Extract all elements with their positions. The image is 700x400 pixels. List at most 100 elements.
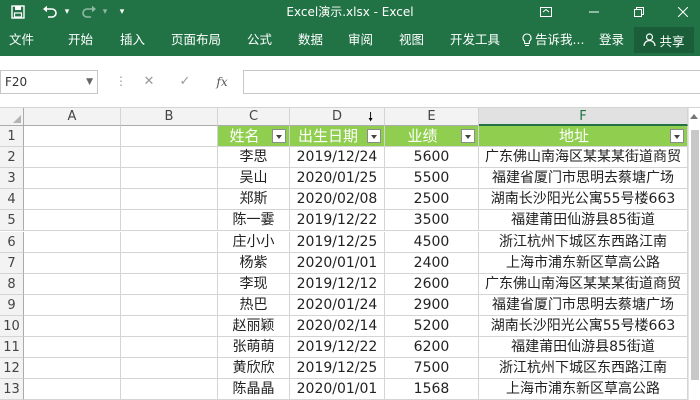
table-header-address[interactable]: 地址 — [479, 126, 688, 148]
cell-col-a[interactable] — [24, 210, 121, 232]
cell-col-b[interactable] — [121, 294, 218, 316]
cell-col-e[interactable]: 4500 — [385, 231, 479, 253]
cell-col-c[interactable]: 陈晶晶 — [218, 379, 290, 400]
cell-col-c[interactable]: 吴山 — [218, 168, 290, 190]
cell-col-b[interactable] — [121, 189, 218, 211]
save-icon[interactable] — [8, 0, 28, 24]
tab-view[interactable]: 视图 — [399, 24, 424, 56]
cell-col-c[interactable]: 热巴 — [218, 294, 290, 316]
cell-col-c[interactable]: 陈一霎 — [218, 210, 290, 232]
cell-col-b[interactable] — [121, 273, 218, 295]
name-box-dropdown-icon[interactable]: ▼ — [86, 71, 93, 93]
scroll-up-icon[interactable] — [690, 114, 698, 119]
cell-col-d[interactable]: 2019/12/24 — [290, 147, 385, 169]
cell-col-d[interactable]: 2019/12/12 — [290, 273, 385, 295]
filter-dropdown-icon[interactable] — [367, 129, 381, 143]
row-header[interactable]: 11 — [0, 337, 24, 359]
cell-col-e[interactable]: 5600 — [385, 147, 479, 169]
cell-col-d[interactable]: 2020/01/01 — [290, 379, 385, 400]
cell-col-e[interactable]: 7500 — [385, 358, 479, 380]
table-header-birthdate[interactable]: 出生日期 — [290, 126, 385, 148]
cell-col-a[interactable] — [24, 252, 121, 274]
tab-review[interactable]: 审阅 — [348, 24, 373, 56]
column-header-f[interactable]: F — [479, 108, 688, 126]
tab-file[interactable]: 文件 — [9, 24, 34, 56]
cell-col-f[interactable]: 广东佛山南海区某某某街道商贸 — [479, 273, 688, 295]
filter-dropdown-icon[interactable] — [272, 129, 286, 143]
vertical-scrollbar[interactable] — [688, 108, 700, 400]
cell-col-d[interactable]: 2019/12/22 — [290, 210, 385, 232]
minimize-icon[interactable] — [579, 0, 609, 24]
cell-col-c[interactable]: 黄欣欣 — [218, 358, 290, 380]
cell-col-f[interactable]: 福建省厦门市思明去蔡塘广场 — [479, 294, 688, 316]
select-all-button[interactable] — [0, 108, 24, 126]
sign-in-link[interactable]: 登录 — [599, 24, 624, 56]
cell-col-a[interactable] — [24, 294, 121, 316]
row-header[interactable]: 12 — [0, 358, 24, 380]
cell-col-d[interactable]: 2020/02/08 — [290, 189, 385, 211]
row-header[interactable]: 9 — [0, 294, 24, 316]
cell-col-e[interactable]: 6200 — [385, 337, 479, 359]
cell-col-e[interactable]: 1568 — [385, 379, 479, 400]
row-header[interactable]: 4 — [0, 189, 24, 211]
cell-col-d[interactable]: 2019/12/25 — [290, 358, 385, 380]
cell-col-b[interactable] — [121, 231, 218, 253]
share-button[interactable]: 共享 — [634, 27, 694, 53]
cell-col-f[interactable]: 广东佛山南海区某某某街道商贸 — [479, 147, 688, 169]
cell-col-b[interactable] — [121, 126, 218, 148]
cell-col-c[interactable]: 郑斯 — [218, 189, 290, 211]
cell-col-a[interactable] — [24, 168, 121, 190]
cell-col-e[interactable]: 2900 — [385, 294, 479, 316]
cell-col-d[interactable]: 2019/12/25 — [290, 231, 385, 253]
column-header-c[interactable]: C — [218, 108, 290, 126]
insert-function-icon[interactable]: fx — [212, 70, 232, 94]
table-header-performance[interactable]: 业绩 — [385, 126, 479, 148]
cell-col-b[interactable] — [121, 315, 218, 337]
cell-col-a[interactable] — [24, 379, 121, 400]
cell-col-b[interactable] — [121, 337, 218, 359]
cancel-icon[interactable]: ✕ — [139, 70, 159, 94]
redo-icon[interactable] — [78, 0, 100, 24]
cell-col-d[interactable]: 2019/12/22 — [290, 337, 385, 359]
row-header[interactable]: 6 — [0, 231, 24, 253]
cell-col-b[interactable] — [121, 168, 218, 190]
customize-quick-access-icon[interactable]: ▾ — [116, 0, 128, 24]
cell-col-a[interactable] — [24, 337, 121, 359]
cell-col-c[interactable]: 张萌萌 — [218, 337, 290, 359]
enter-icon[interactable]: ✓ — [175, 70, 195, 94]
cell-col-a[interactable] — [24, 126, 121, 148]
column-header-a[interactable]: A — [24, 108, 121, 126]
cell-col-a[interactable] — [24, 231, 121, 253]
cell-col-a[interactable] — [24, 358, 121, 380]
cell-col-a[interactable] — [24, 147, 121, 169]
row-header[interactable]: 1 — [0, 126, 24, 148]
tab-formulas[interactable]: 公式 — [247, 24, 272, 56]
undo-dropdown[interactable]: ▾ — [62, 0, 72, 24]
cell-col-e[interactable]: 2600 — [385, 273, 479, 295]
column-header-e[interactable]: E — [385, 108, 479, 126]
filter-dropdown-icon[interactable] — [670, 129, 684, 143]
cell-col-f[interactable]: 福建省厦门市思明去蔡塘广场 — [479, 168, 688, 190]
cell-col-b[interactable] — [121, 210, 218, 232]
row-header[interactable]: 10 — [0, 315, 24, 337]
cell-col-b[interactable] — [121, 358, 218, 380]
cell-col-f[interactable]: 上海市浦东新区草高公路 — [479, 379, 688, 400]
filter-dropdown-icon[interactable] — [461, 129, 475, 143]
cell-col-f[interactable]: 福建莆田仙游县85街道 — [479, 337, 688, 359]
cell-col-d[interactable]: 2020/01/25 — [290, 168, 385, 190]
table-header-name[interactable]: 姓名 — [218, 126, 290, 148]
cell-col-f[interactable]: 湖南长沙阳光公寓55号楼663 — [479, 189, 688, 211]
row-header[interactable]: 8 — [0, 273, 24, 295]
tab-insert[interactable]: 插入 — [120, 24, 145, 56]
undo-icon[interactable] — [38, 0, 62, 24]
cell-col-d[interactable]: 2020/01/24 — [290, 294, 385, 316]
row-header[interactable]: 7 — [0, 252, 24, 274]
cell-col-c[interactable]: 赵丽颖 — [218, 315, 290, 337]
cell-col-a[interactable] — [24, 189, 121, 211]
cell-col-f[interactable]: 浙江杭州下城区东西路江南 — [479, 231, 688, 253]
cell-col-e[interactable]: 2500 — [385, 189, 479, 211]
cell-col-d[interactable]: 2020/01/01 — [290, 252, 385, 274]
tab-page-layout[interactable]: 页面布局 — [171, 24, 221, 56]
redo-dropdown[interactable]: ▾ — [100, 0, 110, 24]
scroll-thumb[interactable] — [691, 130, 699, 380]
